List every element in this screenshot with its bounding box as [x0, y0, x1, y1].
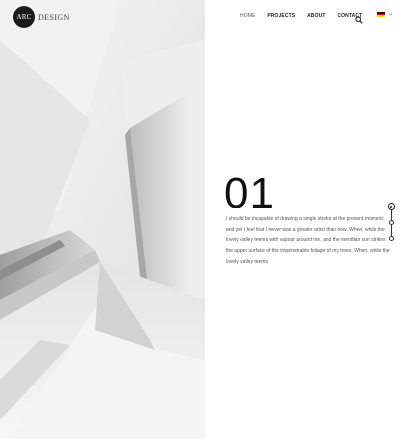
slide-number: 01: [224, 172, 275, 208]
logo[interactable]: ARC DESIGN: [13, 6, 70, 28]
hero-image: [0, 0, 205, 439]
slide-dot-2[interactable]: [388, 220, 394, 225]
nav-item-about[interactable]: ABOUT: [307, 13, 325, 19]
search-button[interactable]: [355, 11, 363, 24]
slider-pagination: [387, 203, 395, 243]
language-selector[interactable]: [377, 12, 393, 18]
slide-dot-3[interactable]: [388, 236, 394, 241]
logo-text: DESIGN: [38, 12, 70, 22]
search-icon: [355, 16, 363, 24]
logo-mark: ARC: [13, 6, 35, 28]
architecture-render-image: [0, 0, 205, 439]
slide-description: I should be incapable of drawing a singl…: [226, 216, 390, 265]
slide-dot-1[interactable]: [387, 203, 395, 210]
german-flag-icon: [377, 12, 385, 18]
nav-item-home[interactable]: HOME: [240, 13, 255, 19]
flag-stripe-gold: [377, 15, 385, 18]
nav-item-projects[interactable]: PROJECTS: [267, 13, 295, 19]
chevron-down-icon: [388, 13, 393, 16]
